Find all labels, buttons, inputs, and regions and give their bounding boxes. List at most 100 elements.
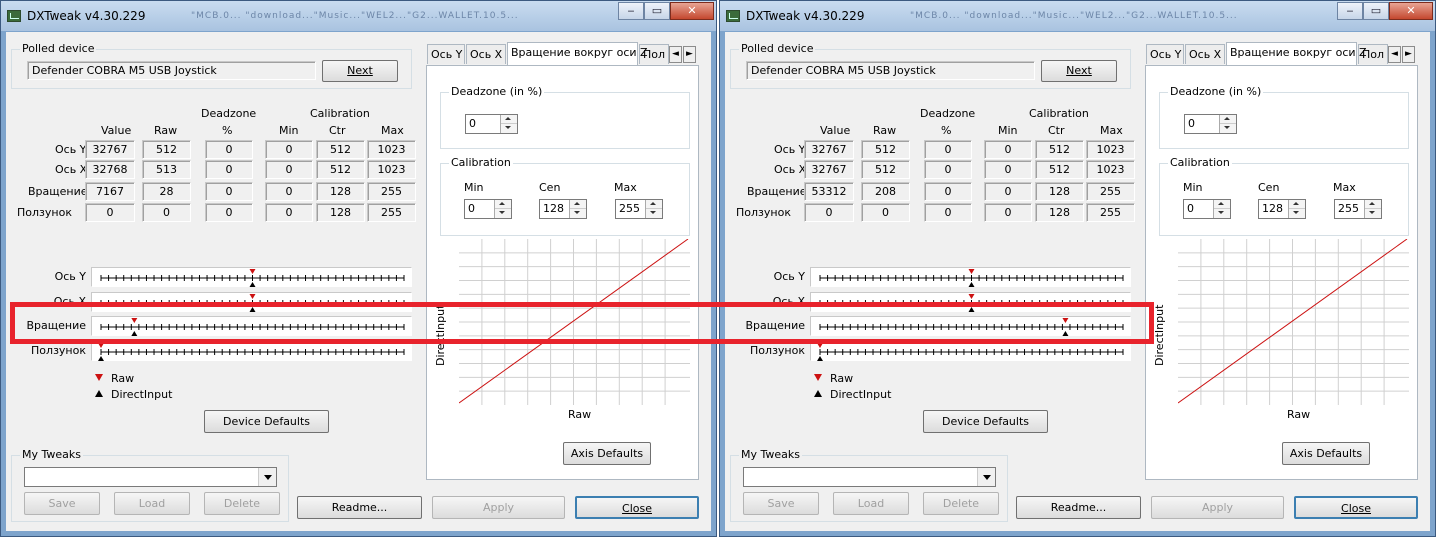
save-button[interactable]: Save	[743, 492, 819, 515]
calibration-group: Calibration Min Cen Max 0 128 255	[1159, 156, 1409, 236]
tab-panel: Deadzone (in %) 0 Calibration Min Cen Ma…	[1145, 65, 1418, 480]
device-name-field: Defender COBRA M5 USB Joystick	[746, 61, 1035, 80]
cell-value: 0	[85, 203, 135, 222]
raw-marker-icon	[817, 343, 823, 348]
dxtweak-window-right[interactable]: DXTweak v4.30.229 "MCB.0... "download...…	[719, 0, 1436, 537]
cell-dz: 0	[924, 140, 972, 159]
calibration-group: Calibration Min Cen Max 0 128 255	[440, 156, 690, 236]
raw-legend-icon	[814, 374, 822, 381]
chevron-down-icon[interactable]	[977, 468, 995, 486]
row-label-1: Ось X	[774, 163, 807, 176]
minimize-button[interactable]: ‒	[618, 2, 644, 20]
cell-value: 32768	[85, 160, 135, 179]
apply-button[interactable]: Apply	[1151, 496, 1284, 519]
readme-button[interactable]: Readme...	[297, 496, 422, 519]
calibration-graph-svg	[458, 238, 690, 405]
cell-dz: 0	[205, 140, 253, 159]
tab-scroll-left-icon[interactable]: ◄	[1388, 46, 1401, 63]
row-label-2: Вращение	[28, 185, 88, 198]
cal-cen-spinner[interactable]: 128	[539, 199, 587, 219]
title-bar[interactable]: DXTweak v4.30.229 "MCB.0... "download...…	[720, 1, 1435, 31]
save-button[interactable]: Save	[24, 492, 100, 515]
maximize-button[interactable]: ▭	[644, 2, 670, 20]
axis-track	[91, 316, 412, 336]
cell-min: 0	[984, 160, 1032, 179]
track-label-1: Ось X	[772, 295, 805, 308]
axis-track	[810, 316, 1131, 336]
tab-axis-y[interactable]: Ось Y	[1146, 44, 1184, 64]
close-button[interactable]: Close	[575, 496, 699, 519]
cal-cen-label: Cen	[539, 181, 561, 194]
tab-axis-x[interactable]: Ось X	[1185, 44, 1225, 64]
load-button[interactable]: Load	[114, 492, 190, 515]
calibration-graph	[1177, 238, 1409, 405]
close-window-button[interactable]: ✕	[670, 2, 714, 20]
dxtweak-window-left[interactable]: DXTweak v4.30.229 "MCB.0... "download...…	[0, 0, 717, 537]
polled-device-label: Polled device	[20, 42, 97, 55]
cal-min-spinner[interactable]: 0	[1183, 199, 1231, 219]
tab-rotation-z[interactable]: Вращение вокруг оси Z	[1226, 42, 1367, 65]
cal-min-spinner[interactable]: 0	[464, 199, 512, 219]
deadzone-spinner[interactable]: 0	[1184, 114, 1237, 134]
minimize-button[interactable]: ‒	[1337, 2, 1363, 20]
tab-axis-y[interactable]: Ось Y	[427, 44, 465, 64]
calibration-graph	[458, 238, 690, 405]
calibration-graph-svg	[1177, 238, 1409, 405]
maximize-button[interactable]: ▭	[1363, 2, 1389, 20]
directinput-legend-icon	[814, 390, 822, 397]
tweaks-combobox[interactable]	[743, 467, 996, 487]
cell-max: 1023	[1086, 160, 1135, 179]
title-bar[interactable]: DXTweak v4.30.229 "MCB.0... "download...…	[1, 1, 716, 31]
cell-ctr: 128	[316, 182, 365, 201]
deadzone-header: Deadzone	[920, 107, 976, 120]
cell-dz: 0	[924, 182, 972, 201]
axis-track	[810, 341, 1131, 361]
delete-button[interactable]: Delete	[923, 492, 999, 515]
cell-min: 0	[265, 160, 313, 179]
background-window-title: "MCB.0... "download..."Music..."WEL2..."…	[191, 11, 519, 21]
close-button[interactable]: Close	[1294, 496, 1418, 519]
cell-dz: 0	[205, 160, 253, 179]
cal-max-spinner[interactable]: 255	[615, 199, 663, 219]
cell-raw: 28	[142, 182, 191, 201]
close-window-button[interactable]: ✕	[1389, 2, 1433, 20]
tab-scroll-right-icon[interactable]: ►	[1402, 46, 1415, 63]
delete-button[interactable]: Delete	[204, 492, 280, 515]
next-button[interactable]: Next	[322, 60, 398, 82]
row-label-3: Ползунок	[17, 206, 72, 219]
device-defaults-button[interactable]: Device Defaults	[204, 410, 329, 433]
tab-scroll-right-icon[interactable]: ►	[683, 46, 696, 63]
axis-defaults-button[interactable]: Axis Defaults	[1282, 442, 1370, 465]
raw-legend-icon	[95, 374, 103, 381]
cell-min: 0	[984, 182, 1032, 201]
value-header: Value	[820, 124, 851, 137]
tab-rotation-z[interactable]: Вращение вокруг оси Z	[507, 42, 648, 65]
raw-marker-icon	[1062, 318, 1069, 323]
readme-button[interactable]: Readme...	[1016, 496, 1141, 519]
next-button[interactable]: Next	[1041, 60, 1117, 82]
cell-ctr: 128	[1035, 203, 1084, 222]
deadzone-spinner[interactable]: 0	[465, 114, 518, 134]
apply-button[interactable]: Apply	[432, 496, 565, 519]
tweaks-combobox[interactable]	[24, 467, 277, 487]
tab-scroll-left-icon[interactable]: ◄	[669, 46, 682, 63]
window-title: DXTweak v4.30.229	[746, 9, 865, 23]
ctr-header: Ctr	[329, 124, 346, 137]
max-header: Max	[1100, 124, 1123, 137]
tab-axis-x[interactable]: Ось X	[466, 44, 506, 64]
cal-max-spinner[interactable]: 255	[1334, 199, 1382, 219]
directinput-marker-icon	[817, 356, 823, 361]
load-button[interactable]: Load	[833, 492, 909, 515]
chevron-down-icon[interactable]	[258, 468, 276, 486]
raw-legend-label: Raw	[830, 372, 854, 385]
track-label-3: Ползунок	[31, 344, 86, 357]
directinput-marker-icon	[131, 331, 138, 336]
cal-min-label: Min	[464, 181, 484, 194]
row-label-0: Ось Y	[55, 143, 87, 156]
cal-cen-spinner[interactable]: 128	[1258, 199, 1306, 219]
device-defaults-button[interactable]: Device Defaults	[923, 410, 1048, 433]
polled-device-group: Polled device Defender COBRA M5 USB Joys…	[11, 42, 412, 89]
axis-track	[91, 341, 412, 361]
directinput-marker-icon	[1062, 331, 1069, 336]
axis-defaults-button[interactable]: Axis Defaults	[563, 442, 651, 465]
